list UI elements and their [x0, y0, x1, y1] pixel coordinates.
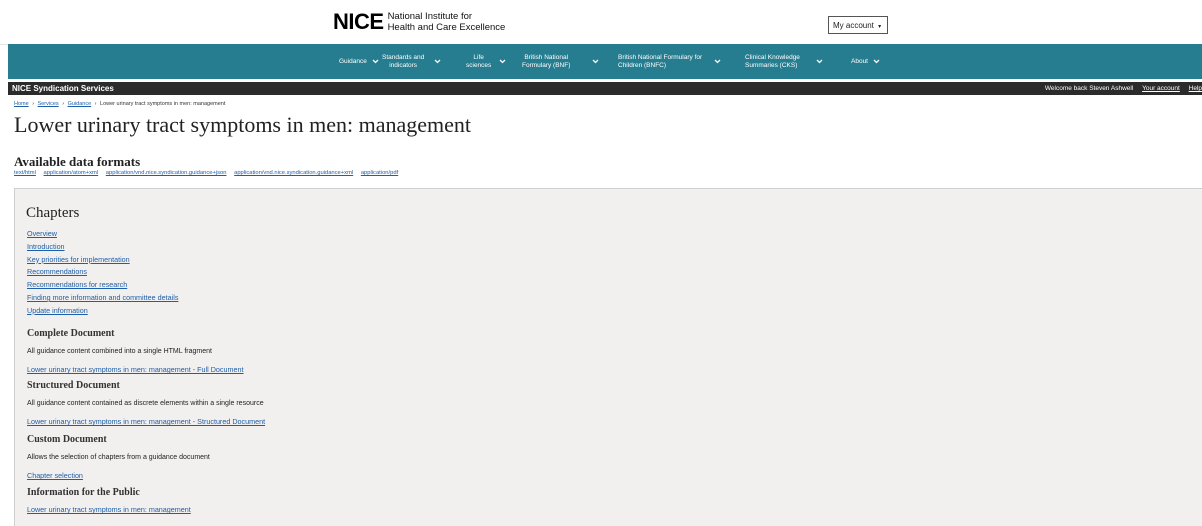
full-document-link[interactable]: Lower urinary tract symptoms in men: man… — [27, 365, 244, 375]
format-link-atom[interactable]: application/atom+xml — [44, 170, 99, 176]
nice-logo[interactable]: NICE National Institute for Health and C… — [333, 11, 505, 33]
list-item: Recommendations for research — [27, 279, 178, 292]
syndication-bar: NICE Syndication Services Welcome back S… — [8, 82, 1202, 95]
chevron-down-icon — [873, 59, 880, 64]
chapter-link-committee[interactable]: Finding more information and committee d… — [27, 293, 178, 302]
structured-document-heading: Structured Document — [27, 380, 120, 391]
my-account-label: My account — [833, 21, 874, 30]
nav-item-label: Clinical Knowledge Summaries (CKS) — [745, 54, 800, 69]
chapter-link-overview[interactable]: Overview — [27, 229, 57, 238]
breadcrumb-home[interactable]: Home — [14, 101, 29, 107]
logo-mark: NICE — [333, 9, 384, 34]
custom-document-section: Custom Document Allows the selection of … — [27, 434, 210, 481]
your-account-link[interactable]: Your account — [1142, 85, 1180, 92]
chevron-down-icon — [714, 59, 721, 64]
my-account-button[interactable]: My account ▾ — [828, 16, 888, 34]
breadcrumb-separator: › — [62, 101, 65, 107]
list-item: Recommendations — [27, 266, 178, 279]
chapter-link-research[interactable]: Recommendations for research — [27, 280, 127, 289]
nav-item-label: About — [851, 57, 868, 65]
logo-text: National Institute for Health and Care E… — [387, 11, 506, 33]
format-link-xml[interactable]: application/vnd.nice.syndication.guidanc… — [234, 170, 353, 176]
chevron-down-icon — [592, 59, 599, 64]
public-information-link[interactable]: Lower urinary tract symptoms in men: man… — [27, 505, 191, 515]
top-header: NICE National Institute for Health and C… — [0, 0, 1202, 45]
formats-heading: Available data formats — [14, 154, 141, 169]
list-item: Update information — [27, 305, 178, 318]
logo-line-2: Health and Care Excellence — [387, 21, 506, 33]
nav-item-label: British National Formulary (BNF) — [522, 54, 571, 69]
structured-document-section: Structured Document All guidance content… — [27, 380, 265, 427]
custom-document-desc: Allows the selection of chapters from a … — [27, 454, 210, 461]
list-item: Finding more information and committee d… — [27, 292, 178, 305]
chapter-link-introduction[interactable]: Introduction — [27, 242, 65, 251]
nav-item-cks[interactable]: Clinical Knowledge Summaries (CKS) — [745, 44, 823, 79]
chapter-link-key-priorities[interactable]: Key priorities for implementation — [27, 255, 130, 264]
breadcrumb-separator: › — [32, 101, 35, 107]
nav-item-about[interactable]: About — [851, 44, 880, 79]
complete-document-heading: Complete Document — [27, 328, 115, 339]
custom-document-heading: Custom Document — [27, 434, 107, 445]
structured-document-link[interactable]: Lower urinary tract symptoms in men: man… — [27, 417, 265, 427]
breadcrumb-guidance[interactable]: Guidance — [68, 101, 92, 107]
format-link-json[interactable]: application/vnd.nice.syndication.guidanc… — [106, 170, 227, 176]
complete-document-section: Complete Document All guidance content c… — [27, 328, 244, 375]
nav-item-guidance[interactable]: Guidance — [339, 44, 379, 79]
breadcrumb-services[interactable]: Services — [38, 101, 59, 107]
structured-document-desc: All guidance content contained as discre… — [27, 400, 264, 407]
page-title: Lower urinary tract symptoms in men: man… — [14, 112, 471, 137]
format-link-html[interactable]: text/html — [14, 170, 36, 176]
help-link[interactable]: Help — [1189, 85, 1202, 92]
format-link-pdf[interactable]: application/pdf — [361, 170, 398, 176]
nav-item-label: Guidance — [339, 57, 367, 65]
user-links: Welcome back Steven Ashwell Your account… — [1038, 82, 1202, 95]
nav-item-bnf[interactable]: British National Formulary (BNF) — [522, 44, 599, 79]
breadcrumb-separator: › — [94, 101, 97, 107]
content-panel: Chapters Overview Introduction Key prior… — [14, 188, 1202, 526]
nav-item-bnfc[interactable]: British National Formulary for Children (… — [618, 44, 721, 79]
chevron-down-icon — [499, 59, 506, 64]
breadcrumb-current: Lower urinary tract symptoms in men: man… — [100, 101, 226, 107]
list-item: Introduction — [27, 241, 178, 254]
nav-item-label: British National Formulary for Children (… — [618, 54, 703, 69]
chapters-heading: Chapters — [26, 205, 80, 221]
caret-down-icon: ▾ — [878, 24, 882, 30]
chapter-link-recommendations[interactable]: Recommendations — [27, 267, 87, 276]
chapter-link-update[interactable]: Update information — [27, 306, 88, 315]
site-name: NICE Syndication Services — [12, 84, 114, 93]
chapter-selection-link[interactable]: Chapter selection — [27, 471, 210, 481]
chevron-down-icon — [434, 59, 441, 64]
chevron-down-icon — [816, 59, 823, 64]
chapter-list: Overview Introduction Key priorities for… — [27, 228, 178, 318]
nav-item-standards[interactable]: Standards and indicators — [382, 44, 441, 79]
public-information-section: Information for the Public Lower urinary… — [27, 487, 191, 515]
list-item: Overview — [27, 228, 178, 241]
complete-document-desc: All guidance content combined into a sin… — [27, 348, 212, 355]
breadcrumb: Home › Services › Guidance › Lower urina… — [14, 101, 225, 107]
welcome-text: Welcome back Steven Ashwell — [1044, 85, 1134, 92]
formats-list: text/html application/atom+xml applicati… — [14, 170, 404, 176]
chevron-down-icon — [372, 59, 379, 64]
nav-item-label: Standards and indicators — [382, 54, 425, 69]
public-information-heading: Information for the Public — [27, 487, 140, 498]
list-item: Key priorities for implementation — [27, 254, 178, 267]
nav-item-label: Life sciences — [466, 54, 492, 69]
nav-item-life-sciences[interactable]: Life sciences — [466, 44, 506, 79]
main-nav: Guidance Standards and indicators Life sci… — [8, 44, 1202, 79]
logo-line-1: National Institute for — [387, 11, 473, 22]
